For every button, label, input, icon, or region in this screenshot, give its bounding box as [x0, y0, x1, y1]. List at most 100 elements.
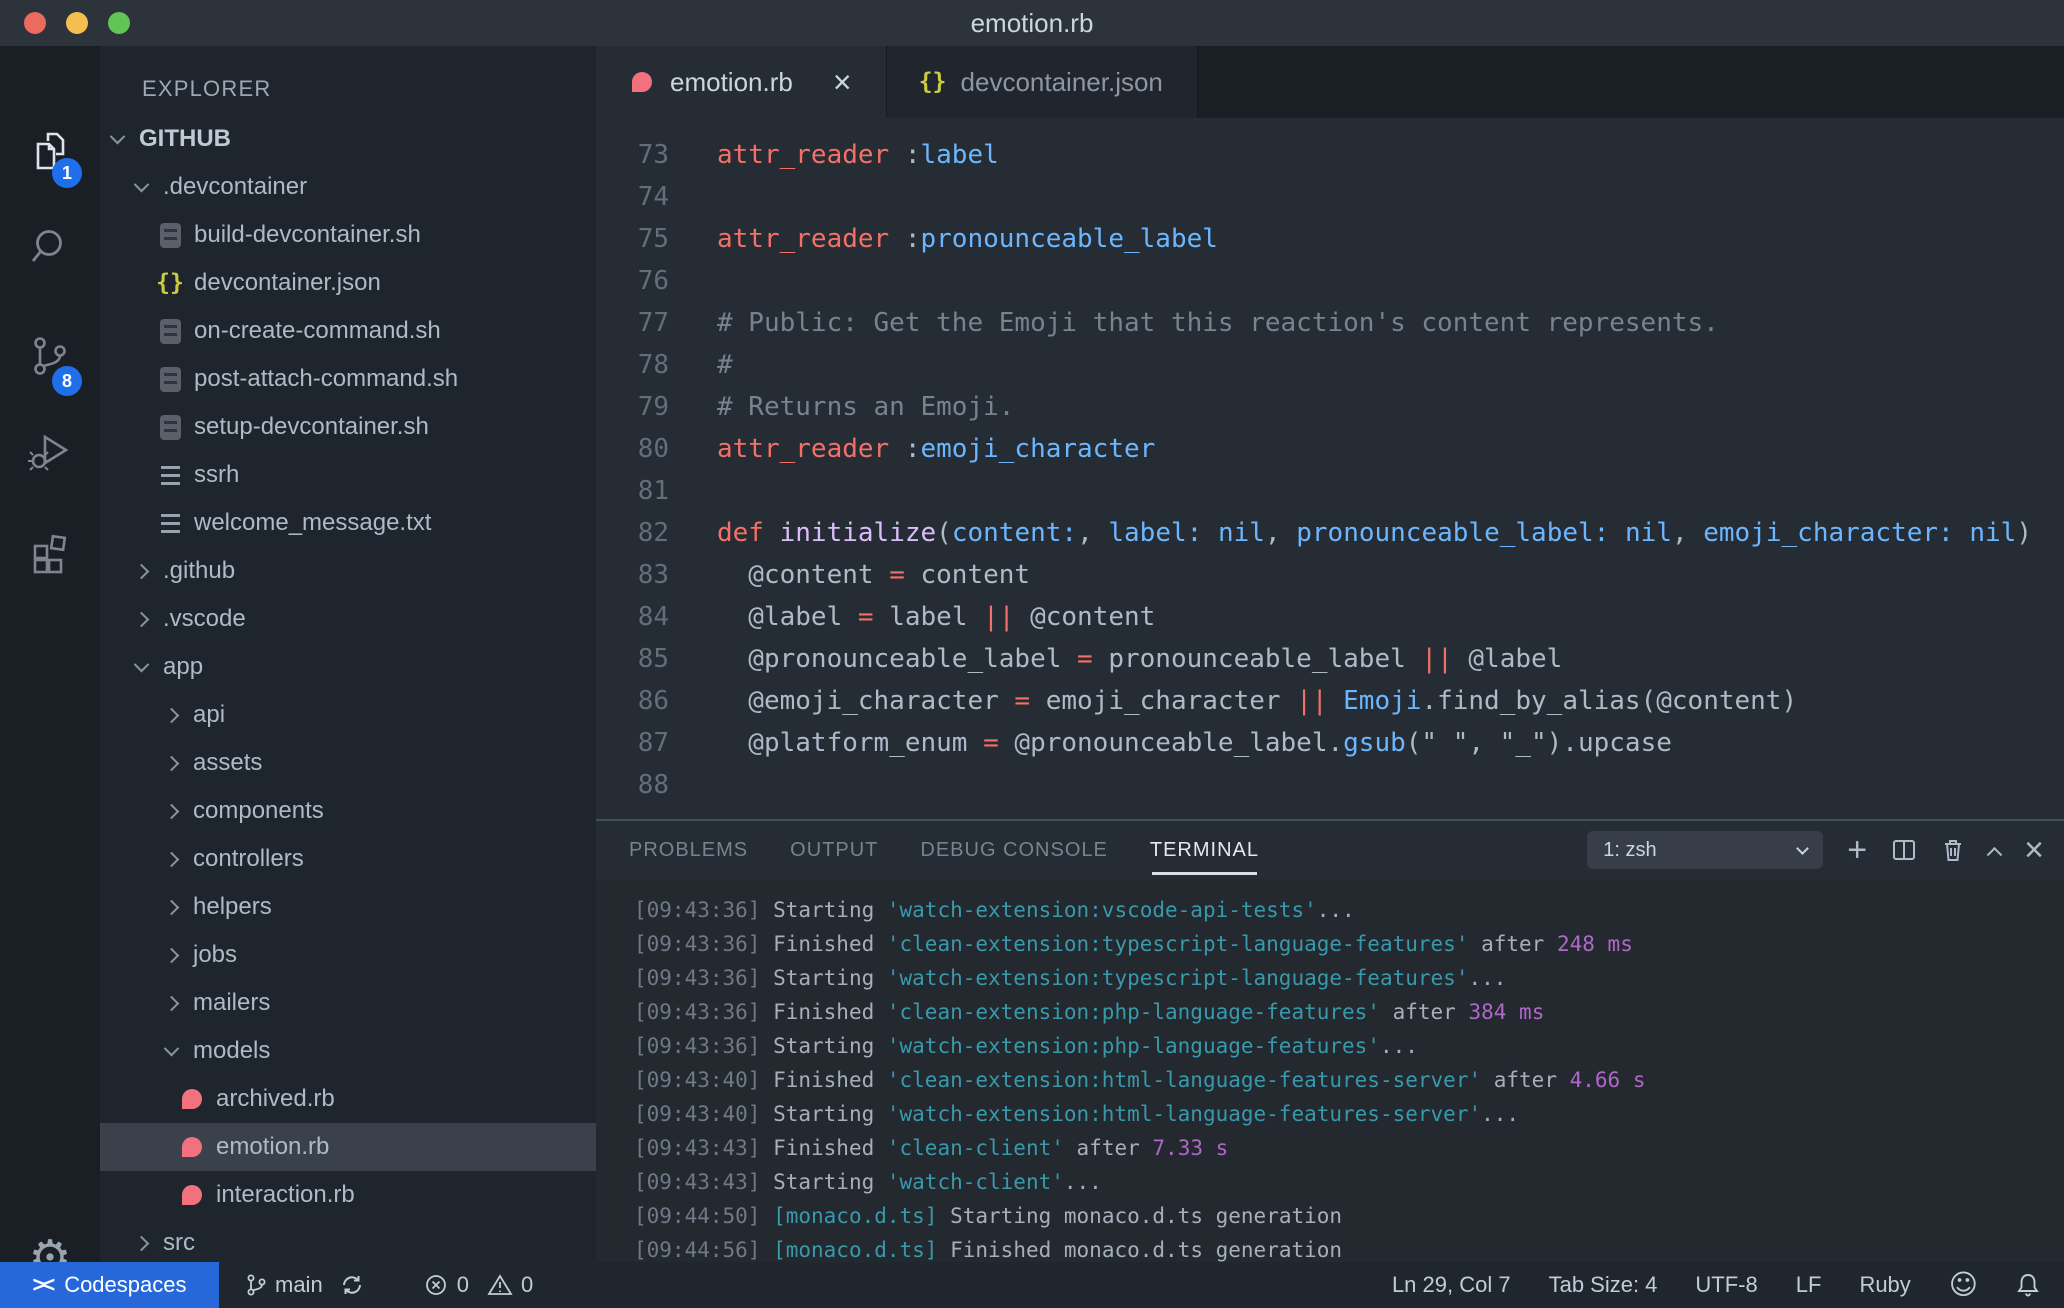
problems-indicator[interactable]: 0 0 [423, 1272, 533, 1298]
tree-item-label: GITHUB [139, 125, 231, 152]
terminal-output[interactable]: [09:43:36] Starting 'watch-extension:vsc… [596, 879, 2064, 1267]
code-token: ( [936, 518, 952, 548]
source-control-view-button[interactable]: 8 [0, 308, 100, 404]
tab-devcontainer-json[interactable]: {} devcontainer.json [886, 46, 1198, 118]
terminal-token: Finished [760, 1136, 887, 1160]
tree-item-controllers[interactable]: controllers [100, 835, 596, 883]
tab-emotion-rb[interactable]: emotion.rb × [596, 46, 887, 118]
scm-badge: 8 [52, 366, 82, 396]
terminal-line: [09:43:36] Finished 'clean-extension:typ… [634, 927, 2064, 961]
tree-item-helpers[interactable]: helpers [100, 883, 596, 931]
notifications-bell-icon[interactable] [2016, 1272, 2040, 1298]
branch-indicator[interactable]: main [245, 1272, 323, 1298]
tree-item-setup-devcontainer-sh[interactable]: setup-devcontainer.sh [100, 403, 596, 451]
terminal-token: after [1468, 932, 1557, 956]
terminal-shell-dropdown[interactable]: 1: zsh [1587, 831, 1824, 869]
terminal-token: 'clean-extension:typescript-language-fea… [886, 932, 1469, 956]
tree-item-assets[interactable]: assets [100, 739, 596, 787]
tree-item-label: src [163, 1229, 195, 1256]
run-debug-view-button[interactable] [0, 403, 100, 499]
tree-item-mailers[interactable]: mailers [100, 979, 596, 1027]
code-token: : [889, 434, 921, 464]
tree-item-interaction-rb[interactable]: interaction.rb [100, 1171, 596, 1219]
search-view-button[interactable] [0, 198, 100, 294]
tree-item-post-attach-command-sh[interactable]: post-attach-command.sh [100, 355, 596, 403]
close-panel-button[interactable]: × [2024, 833, 2044, 867]
code-token: attr_reader [717, 224, 890, 254]
tree-item-archived-rb[interactable]: archived.rb [100, 1075, 596, 1123]
new-terminal-button[interactable]: + [1847, 833, 1867, 867]
sync-button[interactable] [339, 1272, 365, 1298]
code-token: nil [1217, 518, 1265, 548]
tree-item-src[interactable]: src [100, 1219, 596, 1262]
tree-item-ssrh[interactable]: ssrh [100, 451, 596, 499]
terminal-token: [09:43:36] [634, 1034, 761, 1058]
tree-item-components[interactable]: components [100, 787, 596, 835]
sync-icon [342, 1276, 361, 1294]
code-token: initialize [779, 518, 937, 548]
cursor-position[interactable]: Ln 29, Col 7 [1392, 1272, 1511, 1298]
tree-item-jobs[interactable]: jobs [100, 931, 596, 979]
tree-item-devcontainer[interactable]: .devcontainer [100, 163, 596, 211]
tree-item-api[interactable]: api [100, 691, 596, 739]
panel-tab-output[interactable]: OUTPUT [790, 821, 878, 879]
remote-indicator[interactable]: >< Codespaces [0, 1262, 219, 1308]
tree-item-emotion-rb[interactable]: emotion.rb [100, 1123, 596, 1171]
eol-sequence[interactable]: LF [1796, 1272, 1822, 1298]
code-editor[interactable]: 73 attr_reader :label 74 75 attr_reader :pro… [596, 118, 2064, 819]
terminal-token: ... [1063, 1170, 1102, 1194]
kill-terminal-button[interactable] [1941, 837, 1965, 863]
line-number: 87 [637, 728, 669, 758]
code-token: label: [1108, 518, 1203, 548]
chevron-right-icon [163, 947, 180, 963]
panel-tab-terminal[interactable]: TERMINAL [1150, 821, 1259, 879]
language-mode[interactable]: Ruby [1859, 1272, 1910, 1298]
terminal-token: [09:44:56] [634, 1238, 761, 1262]
minimize-window-button[interactable] [66, 12, 88, 34]
terminal-token: Starting [760, 1102, 887, 1126]
git-branch-icon [245, 1273, 267, 1297]
indentation[interactable]: Tab Size: 4 [1549, 1272, 1658, 1298]
bottom-panel: PROBLEMS OUTPUT DEBUG CONSOLE TERMINAL 1: z… [596, 819, 2064, 1262]
tree-item-vscode[interactable]: .vscode [100, 595, 596, 643]
terminal-token: Starting monaco.d.ts generation [937, 1204, 1343, 1228]
activity-bar: 1 8 ⚙ [0, 46, 100, 1282]
extensions-view-button[interactable] [0, 505, 100, 601]
code-token: gsub [1343, 728, 1406, 758]
tree-item-github[interactable]: .github [100, 547, 596, 595]
close-icon[interactable]: × [833, 66, 852, 98]
text-lines-icon [160, 465, 180, 485]
panel-tab-problems[interactable]: PROBLEMS [629, 821, 748, 879]
line-number: 81 [637, 476, 669, 506]
shell-script-icon [159, 414, 181, 440]
code-token: .find_by_alias(@content) [1421, 686, 1798, 716]
tree-item-app[interactable]: app [100, 643, 596, 691]
tree-item-github[interactable]: GITHUB [100, 115, 596, 163]
feedback-smiley-icon[interactable]: ☺ [1949, 1271, 1978, 1299]
tab-label: devcontainer.json [960, 66, 1163, 97]
statusbar-right: Ln 29, Col 7 Tab Size: 4 UTF-8 LF Ruby ☺ [1392, 1271, 2064, 1299]
tree-item-build-devcontainer-sh[interactable]: build-devcontainer.sh [100, 211, 596, 259]
split-terminal-button[interactable] [1891, 837, 1917, 863]
terminal-token: Finished [760, 1000, 887, 1024]
tree-item-models[interactable]: models [100, 1027, 596, 1075]
tree-item-devcontainer-json[interactable]: {} devcontainer.json [100, 259, 596, 307]
terminal-token: 384 ms [1468, 1000, 1545, 1024]
tree-item-on-create-command-sh[interactable]: on-create-command.sh [100, 307, 596, 355]
maximize-window-button[interactable] [108, 12, 130, 34]
explorer-view-button[interactable]: 1 [0, 104, 100, 200]
code-token: @pronounceable_label [717, 644, 1078, 674]
panel-header: PROBLEMS OUTPUT DEBUG CONSOLE TERMINAL 1: z… [596, 821, 2064, 879]
code-token: ) [2016, 518, 2032, 548]
tree-item-welcome-message-txt[interactable]: welcome_message.txt [100, 499, 596, 547]
close-window-button[interactable] [24, 12, 46, 34]
encoding[interactable]: UTF-8 [1695, 1272, 1757, 1298]
line-number: 86 [637, 686, 669, 716]
shell-script-icon [159, 318, 181, 344]
terminal-token: after [1481, 1068, 1570, 1092]
panel-tab-debug-console[interactable]: DEBUG CONSOLE [920, 821, 1107, 879]
maximize-panel-button[interactable] [1986, 846, 2003, 863]
